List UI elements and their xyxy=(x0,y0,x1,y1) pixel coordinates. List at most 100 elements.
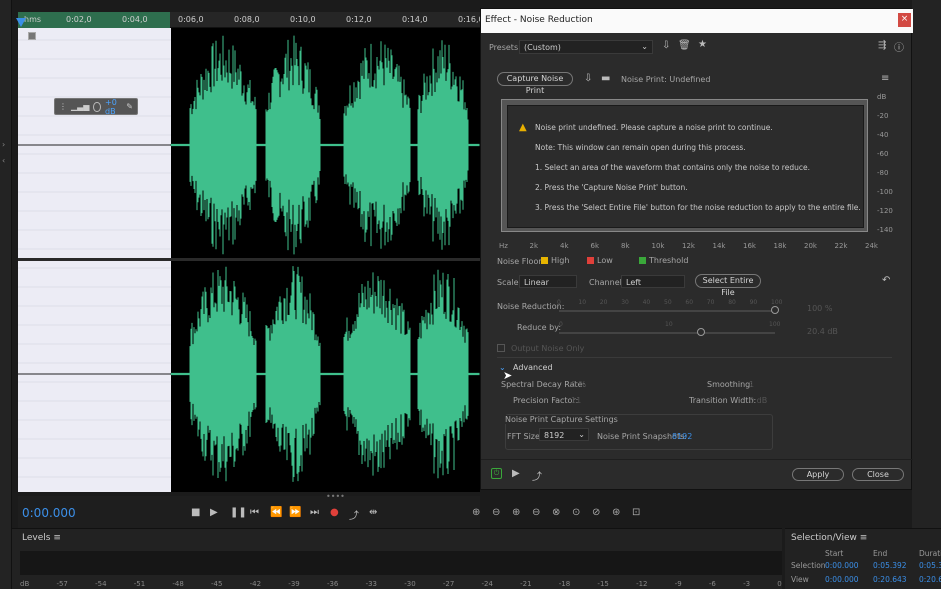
divider xyxy=(481,459,913,460)
selection-end[interactable]: 0:05.392 xyxy=(873,561,907,570)
level-scale-label: -54 xyxy=(95,580,107,588)
chevron-down-icon: ⌄ xyxy=(578,430,585,439)
header-start: Start xyxy=(825,549,844,558)
preview-loop-icon[interactable]: ⤴ xyxy=(532,468,542,483)
advanced-label[interactable]: Advanced xyxy=(513,363,553,372)
level-scale-label: -21 xyxy=(520,580,532,588)
volume-knob[interactable] xyxy=(93,101,102,112)
save-preset-icon[interactable]: ⇩ xyxy=(662,40,670,51)
rewind-button[interactable]: ⏪ xyxy=(270,507,282,518)
zoom-selection-icon[interactable]: ⊙ xyxy=(572,507,580,518)
zoom-left-icon[interactable]: ⊘ xyxy=(592,507,600,518)
message-line: Note: This window can remain open during… xyxy=(535,143,746,152)
capture-noise-print-button[interactable]: Capture Noise Print xyxy=(497,72,573,95)
download-icon[interactable]: ⇩ xyxy=(584,73,592,84)
zoom-full-icon[interactable]: ⊗ xyxy=(552,507,560,518)
scale-dropdown[interactable]: Linear xyxy=(519,275,577,288)
graph-menu-icon[interactable]: ≡ xyxy=(881,73,889,84)
skip-start-button[interactable]: ⏮ xyxy=(250,507,259,518)
folder-icon[interactable]: ▬ xyxy=(601,73,610,84)
zoom-right-icon[interactable]: ⊛ xyxy=(612,507,620,518)
ruler-label: 0:06,0 xyxy=(178,15,204,24)
skip-end-button[interactable]: ⏭ xyxy=(310,507,319,518)
power-toggle-icon[interactable]: ⏻ xyxy=(491,468,502,479)
noise-graph[interactable]: ▲ Noise print undefined. Please capture … xyxy=(501,99,868,232)
scroll-grip-icon[interactable]: •••• xyxy=(326,492,345,501)
reset-icon[interactable]: ↶ xyxy=(882,275,890,286)
level-scale-label: dB xyxy=(20,580,30,588)
dialog-titlebar[interactable]: Effect - Noise Reduction × xyxy=(481,9,913,33)
transition-width-label: Transition Width: xyxy=(689,396,757,405)
settings-sliders-icon[interactable]: ⇶ xyxy=(878,40,886,51)
noise-reduction-value[interactable]: 100 % xyxy=(807,304,832,313)
fast-forward-button[interactable]: ⏩ xyxy=(289,507,301,518)
channel-value: Left xyxy=(626,278,642,287)
collapse-arrow-icon[interactable]: › xyxy=(2,140,5,149)
noise-reduction-tick: 70 xyxy=(706,299,715,306)
zoom-out-amplitude-icon[interactable]: ⊖ xyxy=(492,507,500,518)
selection-start[interactable]: 0:00.000 xyxy=(825,561,859,570)
waveform-editor[interactable]: ⋮ ▁▃▅ +0 dB ✎ xyxy=(18,28,480,492)
smoothing-label: Smoothing: xyxy=(707,380,753,389)
reduce-by-thumb[interactable] xyxy=(697,328,705,336)
zoom-out-time-icon[interactable]: ⊖ xyxy=(532,507,540,518)
view-duration[interactable]: 0:20.6 xyxy=(919,575,941,584)
collapse-arrow-icon[interactable]: ‹ xyxy=(2,156,5,165)
threshold-swatch xyxy=(639,257,646,264)
close-icon[interactable]: × xyxy=(898,13,911,27)
preview-play-icon[interactable]: ▶ xyxy=(512,468,520,479)
noise-reduction-thumb[interactable] xyxy=(771,306,779,314)
loop-button[interactable]: ⤴ xyxy=(349,507,359,522)
timeline-ruler[interactable]: hms 0:02,0 0:04,0 0:06,0 0:08,0 0:10,0 0… xyxy=(16,12,484,28)
fft-size-dropdown[interactable]: 8192 ⌄ xyxy=(539,428,589,441)
record-button[interactable]: ● xyxy=(330,507,339,518)
skip-selection-button[interactable]: ⇹ xyxy=(369,507,377,518)
timecode-display[interactable]: 0:00.000 xyxy=(22,506,76,520)
playhead-marker[interactable] xyxy=(16,18,26,27)
divider xyxy=(497,357,892,358)
view-end[interactable]: 0:20.643 xyxy=(873,575,907,584)
db-scale-label: -20 xyxy=(877,112,889,120)
zoom-in-time-icon[interactable]: ⊕ xyxy=(512,507,520,518)
info-icon[interactable]: ⓘ xyxy=(894,39,904,54)
presets-dropdown[interactable]: (Custom) ⌄ xyxy=(519,40,653,54)
selection-view-title: Selection/View xyxy=(791,533,857,543)
db-scale-label: -100 xyxy=(877,188,893,196)
header-duration: Duration xyxy=(919,549,941,558)
level-scale-label: -45 xyxy=(211,580,223,588)
apply-button[interactable]: Apply xyxy=(792,468,844,481)
selection-duration[interactable]: 0:05.3 xyxy=(919,561,941,570)
smoothing-value[interactable]: 1 xyxy=(749,380,754,389)
delete-preset-icon[interactable]: 🗑 xyxy=(678,40,691,51)
favorite-star-icon[interactable]: ★ xyxy=(698,39,707,50)
transition-width-value[interactable]: 0 dB xyxy=(749,396,767,405)
zoom-reset-icon[interactable]: ⊡ xyxy=(632,507,640,518)
precision-factor-value[interactable]: 11 xyxy=(571,396,581,405)
stop-button[interactable]: ■ xyxy=(191,507,200,518)
view-start[interactable]: 0:00.000 xyxy=(825,575,859,584)
reduce-by-value[interactable]: 20.4 dB xyxy=(807,327,838,336)
presets-label: Presets: xyxy=(489,43,521,52)
pin-icon[interactable]: ✎ xyxy=(126,102,133,111)
db-scale-label: -40 xyxy=(877,131,889,139)
volume-hud[interactable]: ⋮ ▁▃▅ +0 dB ✎ xyxy=(54,98,138,116)
panel-menu-icon[interactable]: ≡ xyxy=(53,533,61,543)
noise-reduction-tick: 20 xyxy=(599,299,608,306)
noise-reduction-slider[interactable] xyxy=(559,310,775,312)
reduce-by-slider[interactable] xyxy=(559,332,775,334)
pause-button[interactable]: ❚❚ xyxy=(230,507,247,518)
spectral-decay-value[interactable]: 0 % xyxy=(571,380,586,389)
output-noise-only-checkbox[interactable] xyxy=(497,344,505,352)
ruler-label: 0:14,0 xyxy=(402,15,428,24)
snapshots-value[interactable]: 8192 xyxy=(672,432,692,441)
ruler-label: 0:08,0 xyxy=(234,15,260,24)
channel-dropdown[interactable]: Left xyxy=(621,275,685,288)
close-button[interactable]: Close xyxy=(852,468,904,481)
noise-reduction-tick: 30 xyxy=(621,299,629,306)
select-entire-file-button[interactable]: Select Entire File xyxy=(695,274,761,297)
precision-factor-label: Precision Factor: xyxy=(513,396,579,405)
zoom-in-amplitude-icon[interactable]: ⊕ xyxy=(472,507,480,518)
hz-scale-label: 22k xyxy=(834,242,848,250)
play-button[interactable]: ▶ xyxy=(210,507,218,518)
panel-menu-icon[interactable]: ≡ xyxy=(860,533,868,543)
